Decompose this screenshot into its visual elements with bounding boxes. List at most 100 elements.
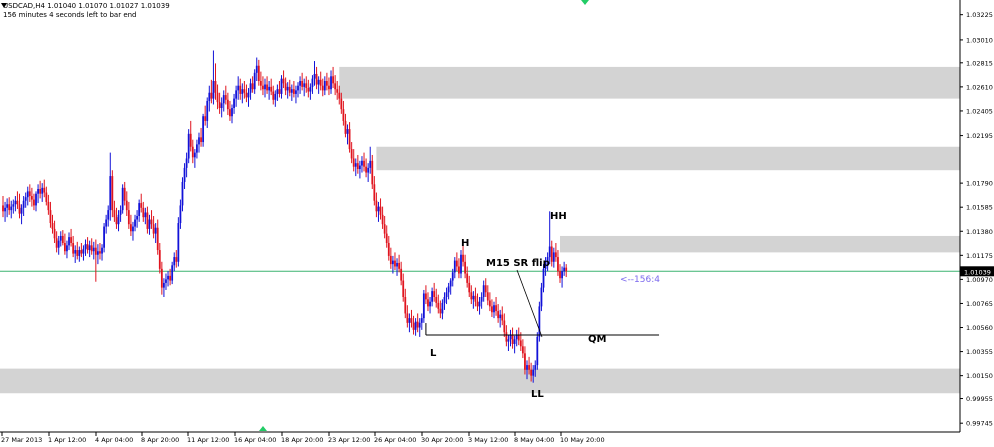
candle-body — [109, 176, 112, 211]
candle-body — [309, 86, 312, 92]
candle-body — [14, 200, 17, 205]
candle-body — [247, 92, 250, 98]
candle-body — [311, 78, 314, 87]
candle-body — [233, 98, 235, 108]
candle-body — [237, 85, 240, 91]
y-tick-label: 1.00355 — [966, 348, 993, 356]
annotation-ll: LL — [531, 389, 544, 400]
candle-body — [536, 336, 539, 366]
candle-body — [297, 85, 299, 91]
candle-body — [84, 244, 87, 249]
candle-body — [282, 78, 285, 84]
zone-rect — [376, 146, 960, 171]
candle-body — [68, 237, 70, 246]
candle-body — [427, 299, 429, 307]
candle-body — [241, 89, 244, 94]
candle-body — [521, 346, 524, 354]
candle-body — [317, 79, 320, 85]
candle-body — [389, 255, 392, 265]
candle-body — [187, 133, 190, 159]
candle-body — [239, 85, 242, 94]
candle-body — [499, 314, 502, 319]
candle-body — [193, 152, 196, 158]
candle-body — [134, 219, 136, 227]
arrow-markers — [259, 0, 589, 431]
candle-body — [107, 210, 110, 220]
zone-rect — [560, 235, 960, 253]
y-tick-label: 1.00970 — [966, 276, 993, 284]
candle-body — [210, 92, 213, 99]
y-tick-label: 0.99955 — [966, 395, 993, 403]
candle-body — [224, 95, 227, 100]
candle-body — [319, 79, 322, 86]
candle-body — [47, 201, 50, 211]
candle-body — [144, 212, 147, 218]
candle-body — [185, 158, 188, 168]
x-tick-label: 11 Apr 12:00 — [187, 436, 229, 444]
x-tick-label: 23 Apr 12:00 — [328, 436, 370, 444]
y-tick-label: 1.01585 — [966, 204, 993, 212]
candle-body — [336, 89, 339, 93]
candle-body — [367, 167, 370, 173]
candle-body — [105, 219, 108, 227]
candle-body — [458, 266, 460, 274]
candle-body — [561, 271, 563, 279]
candle-body — [222, 95, 225, 104]
candle-body — [90, 245, 93, 252]
candle-body — [216, 92, 219, 103]
y-tick-label: 1.00150 — [966, 372, 993, 380]
candle-body — [148, 219, 151, 229]
candle-body — [266, 84, 268, 91]
candle-body — [272, 91, 275, 100]
y-tick-label: 1.02405 — [966, 107, 993, 115]
y-tick-label: 1.01790 — [966, 180, 993, 188]
x-ticks: 27 Mar 2013 1 Apr 12:00 4 Apr 04:00 8 Apr 2… — [1, 432, 605, 444]
candle-body — [196, 144, 198, 153]
candle-body — [57, 240, 60, 248]
candle-body — [24, 197, 27, 201]
candle-body — [142, 207, 145, 218]
candle-body — [400, 268, 403, 281]
candle-body — [235, 90, 238, 99]
candle-body — [301, 81, 304, 87]
candle-body — [175, 257, 178, 262]
candle-body — [392, 260, 394, 265]
candle-body — [332, 76, 334, 84]
candle-body — [198, 137, 200, 145]
candle-body — [35, 193, 37, 206]
x-tick-label: 16 Apr 04:00 — [234, 436, 276, 444]
x-tick-label: 8 Apr 20:00 — [141, 436, 179, 444]
candle-body — [278, 89, 281, 94]
candle-body — [274, 93, 277, 100]
candle-body — [49, 210, 52, 224]
candle-body — [8, 204, 11, 211]
candle-body — [480, 297, 483, 302]
candle-body — [249, 83, 252, 93]
candle-body — [371, 160, 374, 185]
candle-body — [354, 163, 357, 167]
price-chart[interactable]: HHHM15 SR flipQMLLL<--156:4 1.032251.030… — [0, 0, 994, 447]
candle-body — [2, 205, 4, 212]
zone-rect — [0, 368, 960, 394]
candle-body — [37, 189, 39, 194]
candle-body — [464, 261, 467, 274]
candle-body — [559, 271, 561, 279]
candle-body — [565, 267, 568, 272]
candle-body — [373, 184, 376, 201]
candle-body — [530, 369, 533, 376]
candle-body — [33, 199, 35, 206]
candle-body — [259, 81, 262, 86]
candle-body — [121, 187, 124, 211]
candle-body — [425, 293, 427, 300]
candle-body — [431, 291, 434, 302]
candle-body — [59, 235, 62, 241]
y-tick-label: 1.00560 — [966, 324, 993, 332]
candle-body — [505, 332, 508, 342]
candle-body — [484, 285, 487, 293]
candle-body — [257, 65, 260, 81]
candle-body — [455, 260, 458, 267]
candle-body — [41, 187, 44, 194]
candle-body — [111, 176, 114, 211]
candle-body — [63, 243, 66, 252]
chart-title: USDCAD,H4 1.01040 1.01070 1.01027 1.0103… — [3, 2, 170, 10]
